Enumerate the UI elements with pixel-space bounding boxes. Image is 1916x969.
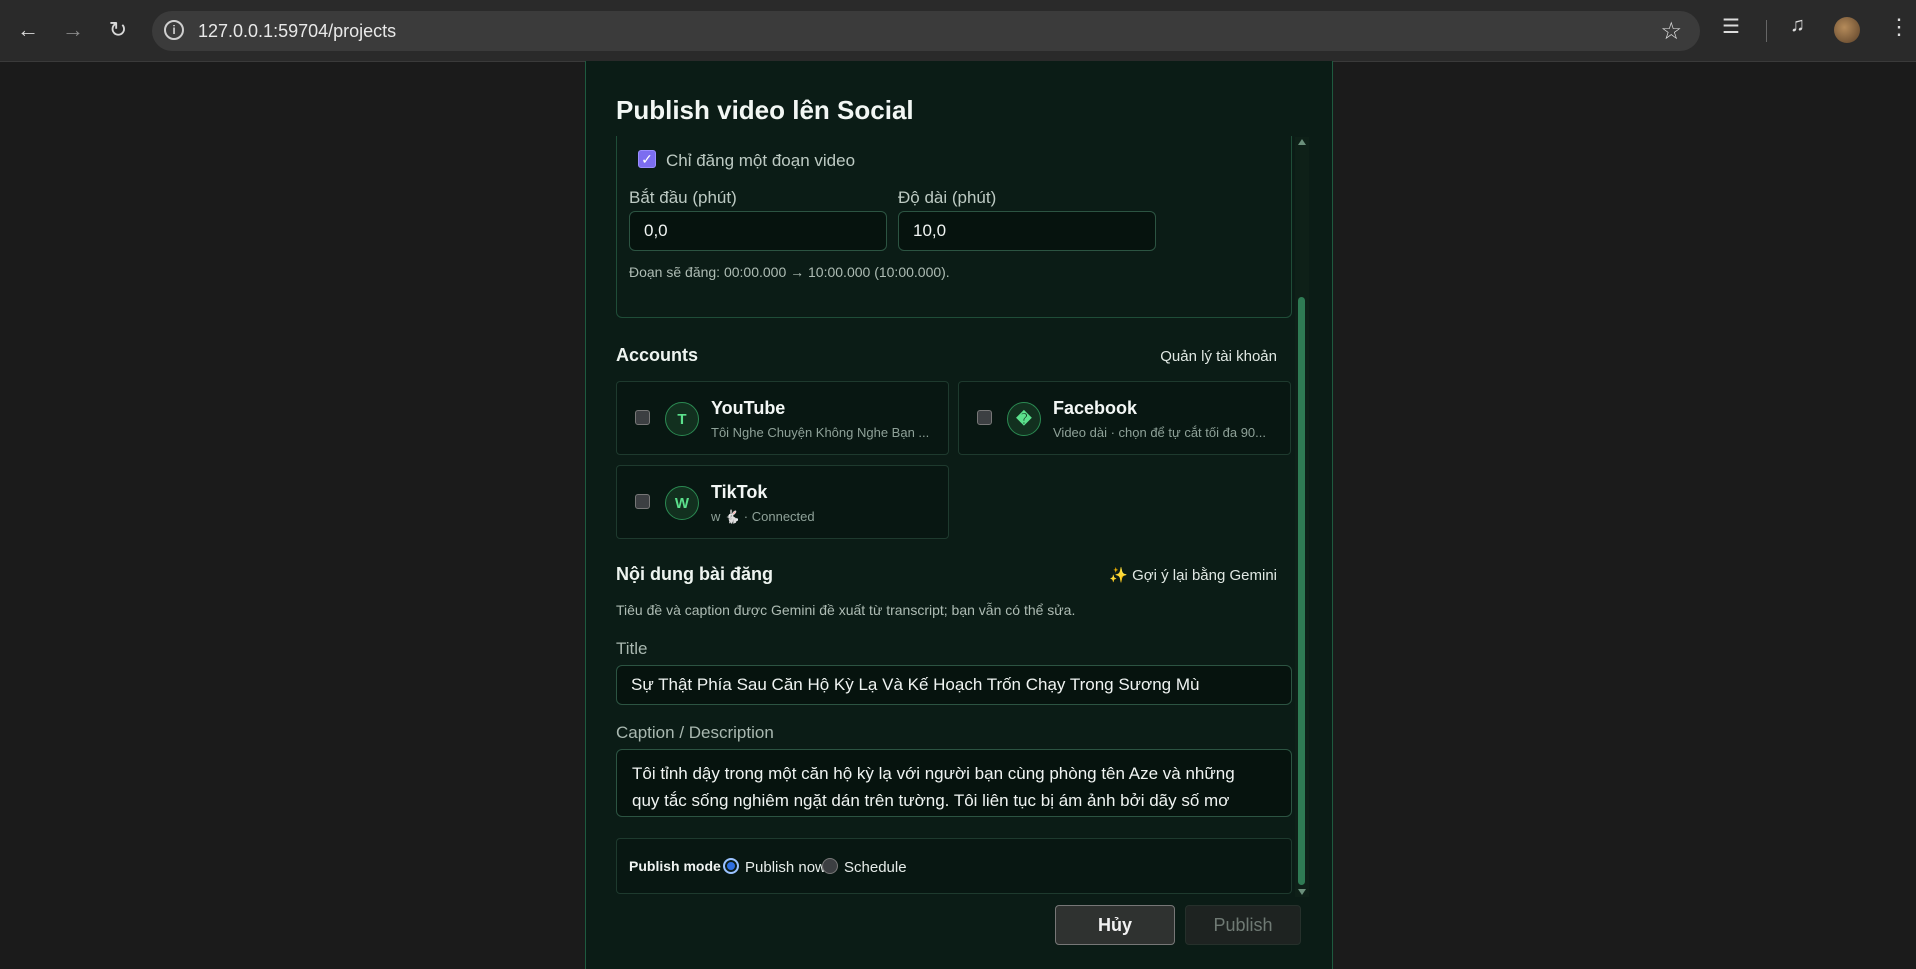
account-card-facebook[interactable]: � Facebook Video dài · chọn để tự cắt tố… — [958, 381, 1291, 455]
dialog-title: Publish video lên Social — [616, 95, 914, 125]
menu-icon[interactable]: ⋮ — [1888, 14, 1910, 40]
reload-icon[interactable]: ↻ — [100, 12, 136, 48]
caption-label: Caption / Description — [616, 723, 774, 742]
bookmark-star-icon[interactable]: ☆ — [1660, 17, 1682, 46]
post-content-title: Nội dung bài đăng — [616, 564, 773, 584]
account-card-youtube[interactable]: T YouTube Tôi Nghe Chuyện Không Nghe Bạn… — [616, 381, 949, 455]
profile-avatar[interactable] — [1834, 17, 1860, 43]
cancel-button[interactable]: Hủy — [1055, 905, 1175, 945]
segment-only-checkbox[interactable]: ✓ — [638, 150, 656, 168]
media-controls-icon[interactable]: ♫ — [1790, 14, 1805, 37]
account-name: YouTube — [711, 398, 786, 418]
accounts-title: Accounts — [616, 345, 699, 365]
forward-icon[interactable]: → — [55, 12, 91, 48]
account-subtitle: Video dài · chọn để tự cắt tối đa 90... — [1053, 425, 1266, 440]
dialog-scrollbar[interactable] — [1295, 137, 1309, 897]
address-bar[interactable]: i 127.0.0.1:59704/projects ☆ — [152, 11, 1700, 51]
browser-toolbar: ← → ↻ i 127.0.0.1:59704/projects ☆ ☰ ♫ ⋮ — [0, 0, 1916, 62]
length-input[interactable]: 10,0 — [898, 211, 1156, 251]
account-checkbox[interactable] — [635, 410, 650, 425]
extensions-icon[interactable]: ☰ — [1722, 14, 1740, 39]
account-subtitle: w 🐇 · Connected — [711, 509, 815, 524]
schedule-label[interactable]: Schedule — [844, 859, 907, 876]
segment-only-label[interactable]: Chỉ đăng một đoạn video — [666, 151, 855, 171]
account-badge: W — [665, 486, 699, 520]
segment-panel: ✓ Chỉ đăng một đoạn video Bắt đầu (phút)… — [616, 136, 1292, 318]
length-label: Độ dài (phút) — [898, 188, 997, 207]
title-label: Title — [616, 639, 648, 658]
back-icon[interactable]: ← — [10, 12, 46, 48]
segment-hint: Đoạn sẽ đăng: 00:00.000 → 10:00.000 (10:… — [629, 264, 950, 280]
title-input[interactable]: Sự Thật Phía Sau Căn Hộ Kỳ Lạ Và Kế Hoạc… — [616, 665, 1292, 705]
account-card-tiktok[interactable]: W TikTok w 🐇 · Connected — [616, 465, 949, 539]
url-text[interactable]: 127.0.0.1:59704/projects — [198, 21, 396, 42]
scroll-up-icon[interactable] — [1298, 139, 1306, 145]
account-checkbox[interactable] — [977, 410, 992, 425]
gemini-suggest-link[interactable]: ✨ Gợi ý lại bằng Gemini — [1109, 566, 1277, 584]
manage-accounts-link[interactable]: Quản lý tài khoản — [1160, 348, 1277, 365]
publish-now-label[interactable]: Publish now — [745, 859, 826, 876]
caption-textarea[interactable]: Tôi tỉnh dậy trong một căn hộ kỳ lạ với … — [616, 749, 1292, 817]
publish-button[interactable]: Publish — [1185, 905, 1301, 945]
account-badge: T — [665, 402, 699, 436]
account-checkbox[interactable] — [635, 494, 650, 509]
start-input[interactable]: 0,0 — [629, 211, 887, 251]
start-label: Bắt đầu (phút) — [629, 188, 737, 207]
account-name: TikTok — [711, 482, 768, 502]
publish-now-radio[interactable] — [723, 858, 739, 874]
post-hint: Tiêu đề và caption được Gemini đề xuất t… — [616, 602, 1076, 618]
account-name: Facebook — [1053, 398, 1138, 418]
scroll-down-icon[interactable] — [1298, 889, 1306, 895]
schedule-radio[interactable] — [822, 858, 838, 874]
scrollbar-thumb[interactable] — [1298, 297, 1305, 885]
account-subtitle: Tôi Nghe Chuyện Không Nghe Bạn ... — [711, 425, 930, 440]
publish-mode-label: Publish mode — [629, 858, 721, 874]
account-badge: � — [1007, 402, 1041, 436]
publish-mode-panel: Publish mode Publish now Schedule — [616, 838, 1292, 894]
site-info-icon[interactable]: i — [164, 20, 184, 40]
toolbar-divider — [1766, 20, 1767, 42]
publish-dialog: Publish video lên Social ✓ Chỉ đăng một … — [585, 61, 1333, 969]
